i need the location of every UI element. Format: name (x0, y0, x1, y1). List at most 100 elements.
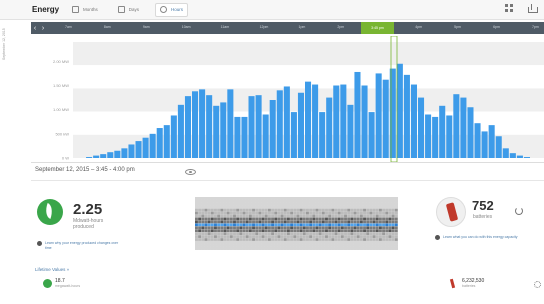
tab-hours[interactable]: Hours (155, 2, 189, 17)
timeline-tick[interactable]: 10am (182, 25, 191, 29)
chart-bar[interactable] (481, 131, 488, 158)
chart-bar[interactable] (509, 153, 516, 158)
chart-bar[interactable] (439, 105, 446, 158)
chart-bar[interactable] (255, 95, 262, 158)
chart-bar[interactable] (276, 90, 283, 158)
chart-bar[interactable] (121, 148, 128, 158)
info-icon[interactable] (37, 241, 42, 246)
gear-icon[interactable] (534, 281, 541, 288)
chart-bar[interactable] (135, 141, 142, 158)
chart-bar[interactable] (523, 157, 530, 158)
tab-days[interactable]: Days (114, 3, 143, 17)
chart-bar[interactable] (382, 79, 389, 158)
chart-bar[interactable] (340, 84, 347, 158)
heatmap-cell (331, 197, 335, 200)
chart-bar[interactable] (184, 96, 191, 158)
chart-bar[interactable] (305, 81, 312, 158)
chart-bar[interactable] (297, 92, 304, 158)
chart-bar[interactable] (213, 105, 220, 158)
chart-bar[interactable] (262, 114, 269, 159)
bar-chart-svg[interactable]: 2.00 MW 1.50 MW 1.00 MW 500 kW 0 W (31, 36, 544, 162)
chart-bar[interactable] (220, 102, 227, 158)
heatmap-cell (296, 247, 300, 250)
chart-bar[interactable] (453, 94, 460, 158)
chart-bar[interactable] (86, 157, 93, 158)
chart-bar[interactable] (347, 104, 354, 158)
chart-bar[interactable] (460, 97, 467, 158)
timeline-tick[interactable]: 4pm (415, 25, 422, 29)
energy-note-link[interactable]: Learn why your energy produced changes o… (45, 241, 125, 250)
chart-bar[interactable] (290, 112, 297, 158)
chart-bar[interactable] (93, 155, 100, 158)
timeline-tick[interactable]: 1pm (299, 25, 306, 29)
heatmap-cell (334, 211, 338, 215)
chart-bar[interactable] (199, 89, 206, 158)
chart-bar[interactable] (227, 89, 234, 158)
grid-icon[interactable] (505, 4, 513, 12)
share-icon[interactable] (527, 4, 538, 13)
chart-bar[interactable] (128, 144, 135, 158)
chart-bar[interactable] (467, 107, 474, 158)
refresh-icon[interactable] (515, 207, 523, 215)
timeline-tick[interactable]: 11am (221, 25, 230, 29)
chart-bar[interactable] (375, 73, 382, 158)
chart-bar[interactable] (425, 114, 432, 159)
chart-bar[interactable] (361, 85, 368, 159)
chart-bar[interactable] (368, 112, 375, 158)
chart-bar[interactable] (502, 148, 509, 158)
chart-bar[interactable] (326, 97, 333, 158)
chart-bar[interactable] (114, 150, 121, 158)
lifetime-values-link[interactable]: Lifetime Values » (35, 267, 69, 272)
chart-bar[interactable] (516, 155, 523, 158)
chart-bar[interactable] (312, 84, 319, 158)
chart-bar[interactable] (149, 133, 156, 158)
prev-arrow-button[interactable]: ‹ (31, 25, 39, 32)
chart-bar[interactable] (163, 125, 170, 158)
chart-bar[interactable] (100, 154, 107, 158)
heatmap-cell (325, 232, 328, 235)
tab-months[interactable]: Months (68, 3, 102, 17)
chart-bar[interactable] (283, 86, 290, 158)
chart-bar[interactable] (495, 136, 502, 158)
chart-bar[interactable] (418, 97, 425, 158)
chart-bar[interactable] (432, 116, 439, 158)
heatmap-cell (233, 238, 236, 241)
chart-bar[interactable] (269, 100, 276, 158)
heatmap-cell (312, 241, 316, 244)
chart-bar[interactable] (206, 95, 213, 158)
heatmap-cell (299, 202, 303, 206)
next-arrow-button[interactable]: › (39, 25, 47, 32)
chart-bar[interactable] (107, 152, 114, 158)
timeline-tick[interactable]: 7am (65, 25, 72, 29)
timeline-tick[interactable]: 12pm (260, 25, 269, 29)
timeline-tick[interactable]: 2pm (337, 25, 344, 29)
chart-bar[interactable] (446, 115, 453, 158)
chart-bar[interactable] (156, 128, 163, 158)
timeline-tick[interactable]: 5pm (454, 25, 461, 29)
chart-bar[interactable] (396, 63, 403, 158)
chart-bar[interactable] (177, 104, 184, 158)
chart-bar[interactable] (192, 91, 199, 158)
chart-bar[interactable] (410, 84, 417, 158)
chart-bar[interactable] (142, 137, 149, 158)
timeline-selected[interactable]: 3:45 pm (361, 22, 394, 34)
chart-bar[interactable] (234, 116, 241, 158)
info-icon[interactable] (435, 235, 440, 240)
chart-bar[interactable] (333, 85, 340, 159)
chart-bar[interactable] (319, 112, 326, 158)
chart-bar[interactable] (474, 123, 481, 158)
chart-bar[interactable] (488, 125, 495, 158)
chart-bar[interactable] (170, 115, 177, 158)
chart-bar[interactable] (354, 71, 361, 158)
chart-bar[interactable] (241, 116, 248, 158)
batteries-note-link[interactable]: Learn what you can do with this energy c… (443, 235, 533, 240)
heatmap-cell (198, 229, 202, 233)
eye-icon[interactable] (185, 169, 196, 175)
chart-bar[interactable] (248, 96, 255, 158)
timeline-tick[interactable]: 6pm (493, 25, 500, 29)
chart-bar[interactable] (403, 74, 410, 158)
timeline-tick[interactable]: 8am (104, 25, 111, 29)
timeline-tick[interactable]: 9am (143, 25, 150, 29)
time-heatmap[interactable] (195, 197, 398, 250)
timeline-tick[interactable]: 7pm (532, 25, 539, 29)
